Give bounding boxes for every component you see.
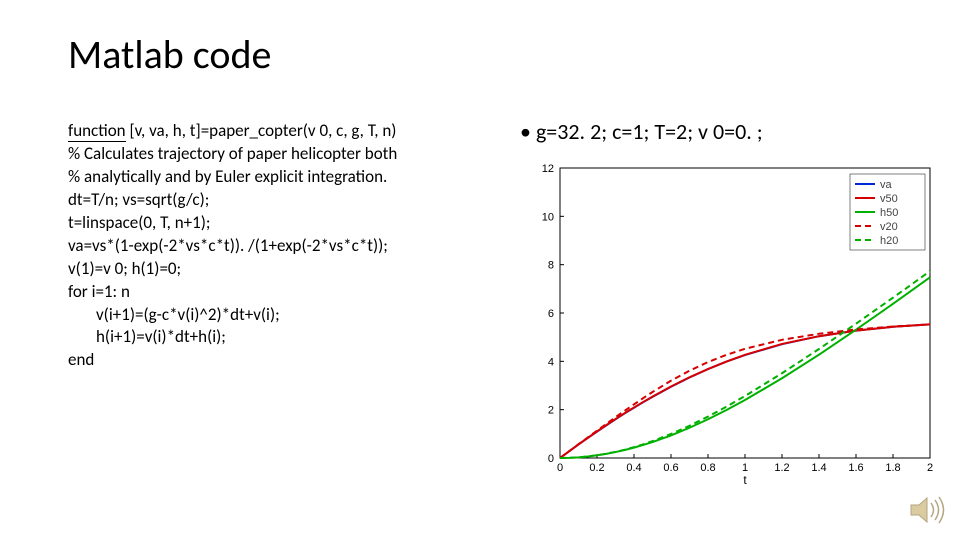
code-line: for i=1: n: [68, 281, 488, 304]
svg-text:0.6: 0.6: [663, 462, 678, 474]
keyword-function: function: [68, 120, 126, 142]
svg-text:v50: v50: [880, 193, 898, 205]
right-column: g=32. 2; c=1; T=2; v 0=0. ;: [520, 118, 940, 155]
code-line: dt=T/n; vs=sqrt(g/c);: [68, 189, 488, 212]
code-line: v(1)=v 0; h(1)=0;: [68, 258, 488, 281]
svg-text:0.4: 0.4: [626, 462, 641, 474]
speaker-icon: [909, 495, 945, 525]
svg-text:1.4: 1.4: [811, 462, 826, 474]
svg-text:0: 0: [548, 453, 554, 465]
code-line: v(i+1)=(g-c*v(i)^2)*dt+v(i);: [68, 304, 488, 327]
svg-text:10: 10: [542, 211, 554, 223]
svg-text:v20: v20: [880, 221, 898, 233]
svg-text:h50: h50: [880, 207, 898, 219]
code-line: % Calculates trajectory of paper helicop…: [68, 143, 488, 166]
svg-text:2: 2: [548, 405, 554, 417]
svg-text:0.2: 0.2: [589, 462, 604, 474]
svg-text:1.8: 1.8: [885, 462, 900, 474]
svg-text:h20: h20: [880, 235, 898, 247]
svg-text:12: 12: [542, 163, 554, 175]
code-line: t=linspace(0, T, n+1);: [68, 212, 488, 235]
svg-text:8: 8: [548, 260, 554, 272]
svg-text:0.8: 0.8: [700, 462, 715, 474]
svg-text:1.6: 1.6: [848, 462, 863, 474]
svg-text:6: 6: [548, 308, 554, 320]
code-block: function [v, va, h, t]=paper_copter(v 0,…: [68, 120, 488, 372]
svg-text:2: 2: [927, 462, 933, 474]
code-signature: [v, va, h, t]=paper_copter(v 0, c, g, T,…: [126, 120, 397, 141]
code-line: % analytically and by Euler explicit int…: [68, 166, 488, 189]
svg-text:0: 0: [557, 462, 563, 474]
code-line: function [v, va, h, t]=paper_copter(v 0,…: [68, 120, 488, 143]
x-axis-label: t: [743, 473, 747, 487]
svg-text:4: 4: [548, 356, 554, 368]
chart: 00.20.40.60.811.21.41.61.82 024681012 t …: [520, 158, 940, 488]
code-line: h(i+1)=v(i)*dt+h(i);: [68, 326, 488, 349]
page-title: Matlab code: [68, 30, 271, 79]
params-bullet: g=32. 2; c=1; T=2; v 0=0. ;: [520, 118, 940, 145]
svg-text:va: va: [880, 179, 893, 191]
code-line: va=vs*(1-exp(-2*vs*c*t)). /(1+exp(-2*vs*…: [68, 235, 488, 258]
svg-text:1.2: 1.2: [774, 462, 789, 474]
code-line: end: [68, 349, 488, 372]
